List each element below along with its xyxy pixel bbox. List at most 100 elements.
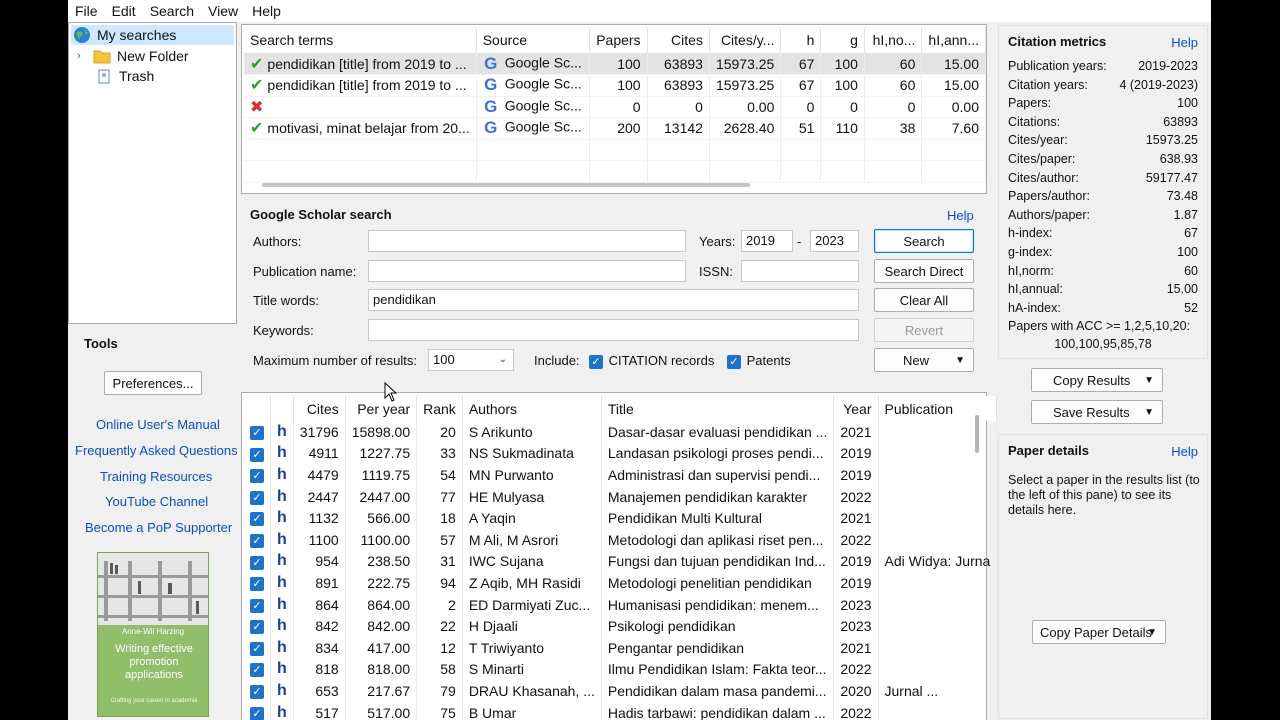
result-row[interactable]: ✓ h 1100 1100.00 57 M Ali, M Asrori Metodologi… bbox=[244, 528, 998, 551]
vertical-scrollbar[interactable] bbox=[975, 415, 979, 453]
copy-paper-details-button[interactable]: Copy Paper Details ▼ bbox=[1032, 620, 1166, 644]
result-row[interactable]: ✓ h 2447 2447.00 77 HE Mulyasa Manajemen pendi… bbox=[244, 485, 998, 508]
result-checkbox[interactable]: ✓ bbox=[244, 442, 271, 465]
menu-edit[interactable]: Edit bbox=[105, 0, 143, 22]
result-checkbox[interactable]: ✓ bbox=[244, 572, 271, 594]
source-cell: G Google Sc... bbox=[476, 53, 591, 75]
save-results-button[interactable]: Save Results ▼ bbox=[1031, 400, 1163, 424]
result-row[interactable]: ✓ h 653 217.67 79 DRAU Khasanah, ... Pendidika… bbox=[244, 680, 998, 702]
result-checkbox[interactable]: ✓ bbox=[244, 485, 271, 508]
link-pop-supporter[interactable]: Become a PoP Supporter bbox=[85, 520, 232, 535]
col-h-flag[interactable] bbox=[270, 396, 294, 421]
result-checkbox[interactable]: ✓ bbox=[244, 680, 271, 702]
google-icon: G bbox=[484, 53, 498, 73]
col-year[interactable]: Year bbox=[833, 396, 879, 421]
authors-input[interactable] bbox=[368, 230, 686, 252]
col-h[interactable]: h bbox=[780, 28, 822, 54]
col-publication[interactable]: Publication bbox=[878, 396, 998, 421]
title-cell: Psikologi pendidikan bbox=[601, 615, 835, 637]
gs-help-link[interactable]: Help bbox=[947, 208, 974, 223]
result-checkbox[interactable]: ✓ bbox=[244, 615, 271, 637]
result-row[interactable]: ✓ h 842 842.00 22 H Djaali Psikologi pendidika… bbox=[244, 615, 998, 637]
caret-down-icon: ▼ bbox=[1144, 406, 1154, 418]
result-checkbox[interactable]: ✓ bbox=[244, 421, 271, 443]
col-papers[interactable]: Papers bbox=[589, 28, 648, 54]
caret-down-icon: ▼ bbox=[955, 354, 965, 366]
revert-button[interactable]: Revert bbox=[874, 318, 974, 342]
title-cell: Metodologi dan aplikasi riset pen... bbox=[601, 528, 835, 551]
link-faq[interactable]: Frequently Asked Questions bbox=[75, 443, 238, 458]
search-button[interactable]: Search bbox=[874, 229, 974, 253]
result-checkbox[interactable]: ✓ bbox=[244, 507, 271, 529]
search-row[interactable]: ✔ pendidikan [title] from 2019 to ... G Goo… bbox=[244, 53, 986, 75]
result-checkbox[interactable]: ✓ bbox=[244, 593, 271, 616]
result-row[interactable]: ✓ h 1132 566.00 18 A Yaqin Pendidikan Multi Ku… bbox=[244, 507, 998, 529]
tree-item-new-folder[interactable]: › New Folder bbox=[77, 46, 189, 66]
menu-view[interactable]: View bbox=[201, 0, 245, 22]
preferences-button[interactable]: Preferences... bbox=[104, 371, 202, 395]
link-youtube-channel[interactable]: YouTube Channel bbox=[105, 494, 208, 509]
link-online-manual[interactable]: Online User's Manual bbox=[96, 417, 220, 432]
result-row[interactable]: ✓ h 891 222.75 94 Z Aqib, MH Rasidi Metodologi… bbox=[244, 572, 998, 594]
result-row[interactable]: ✓ h 864 864.00 2 ED Darmiyati Zuc... Humanisas… bbox=[244, 593, 998, 616]
year-cell: 2021 bbox=[833, 507, 879, 529]
col-per-year[interactable]: Per year bbox=[345, 396, 418, 421]
citation-records-checkbox[interactable]: ✓ CITATION records bbox=[589, 353, 714, 369]
col-search-terms[interactable]: Search terms bbox=[244, 28, 477, 54]
cites-cell: 31796 bbox=[293, 421, 346, 443]
search-row[interactable]: ✔ motivasi, minat belajar from 20... G Goog… bbox=[244, 117, 986, 140]
h-index-marker: h bbox=[270, 636, 294, 659]
result-row[interactable]: ✓ h 818 818.00 58 S Minarti Ilmu Pendidikan Is… bbox=[244, 658, 998, 681]
col-cites[interactable]: Cites bbox=[293, 396, 346, 421]
col-rank[interactable]: Rank bbox=[416, 396, 463, 421]
title-words-input[interactable]: pendidikan bbox=[368, 289, 859, 311]
metrics-help-link[interactable]: Help bbox=[1171, 35, 1198, 50]
tree-item-my-searches[interactable]: My searches bbox=[71, 25, 234, 45]
search-row[interactable]: ✔ pendidikan [title] from 2019 to ... G Goo… bbox=[244, 74, 986, 97]
result-row[interactable]: ✓ h 834 417.00 12 T Triwiyanto Pengantar pendi… bbox=[244, 636, 998, 659]
col-cites[interactable]: Cites bbox=[647, 28, 710, 54]
patents-checkbox[interactable]: ✓ Patents bbox=[727, 353, 791, 369]
col-authors[interactable]: Authors bbox=[462, 396, 602, 421]
clear-all-button[interactable]: Clear All bbox=[874, 288, 974, 312]
result-row[interactable]: ✓ h 954 238.50 31 IWC Sujana Fungsi dan tujuan… bbox=[244, 550, 998, 573]
result-row[interactable]: ✓ h 517 517.00 75 B Umar Hadis tarbawi: pendid… bbox=[244, 701, 998, 720]
max-results-select[interactable]: 100 ⌄ bbox=[428, 349, 514, 371]
result-checkbox[interactable]: ✓ bbox=[244, 658, 271, 681]
result-row[interactable]: ✓ h 4911 1227.75 33 NS Sukmadinata Landasan ps… bbox=[244, 442, 998, 465]
copy-results-button[interactable]: Copy Results ▼ bbox=[1031, 368, 1163, 392]
result-row[interactable]: ✓ h 4479 1119.75 54 MN Purwanto Administrasi d… bbox=[244, 464, 998, 486]
menu-file[interactable]: File bbox=[68, 0, 105, 22]
col-g[interactable]: g bbox=[820, 28, 865, 54]
year-to-input[interactable]: 2023 bbox=[810, 230, 859, 252]
col-cites-per-year[interactable]: Cites/y... bbox=[709, 28, 782, 54]
col-hi-annual[interactable]: hI,ann... bbox=[921, 28, 986, 54]
search-direct-button[interactable]: Search Direct bbox=[874, 259, 974, 283]
col-source[interactable]: Source bbox=[476, 28, 591, 54]
keywords-input[interactable] bbox=[368, 319, 859, 341]
search-terms-cell: ✖ bbox=[244, 96, 477, 118]
col-check[interactable] bbox=[244, 396, 271, 421]
details-help-link[interactable]: Help bbox=[1171, 444, 1198, 459]
year-from-input[interactable]: 2019 bbox=[741, 230, 793, 252]
year-cell: 2019 bbox=[833, 464, 879, 486]
result-checkbox[interactable]: ✓ bbox=[244, 464, 271, 486]
col-title[interactable]: Title bbox=[601, 396, 835, 421]
result-checkbox[interactable]: ✓ bbox=[244, 550, 271, 573]
result-checkbox[interactable]: ✓ bbox=[244, 528, 271, 551]
menu-search[interactable]: Search bbox=[143, 0, 201, 22]
search-row[interactable]: ✖ G Google Sc... 0 0 0.00 0 0 0 0.00 bbox=[244, 96, 986, 118]
tree-item-trash[interactable]: Trash bbox=[93, 66, 154, 86]
result-checkbox[interactable]: ✓ bbox=[244, 701, 271, 720]
new-button[interactable]: New ▼ bbox=[874, 348, 974, 372]
horizontal-scrollbar[interactable] bbox=[262, 183, 750, 187]
col-hi-norm[interactable]: hI,no... bbox=[864, 28, 923, 54]
publication-name-input[interactable] bbox=[368, 260, 686, 282]
issn-input[interactable] bbox=[741, 260, 859, 282]
chevron-right-icon[interactable]: › bbox=[77, 50, 89, 62]
link-training-resources[interactable]: Training Resources bbox=[100, 469, 212, 484]
result-checkbox[interactable]: ✓ bbox=[244, 636, 271, 659]
menu-help[interactable]: Help bbox=[245, 0, 288, 22]
book-cover-image[interactable]: Anne-Wil Harzing Writing effective promo… bbox=[97, 552, 209, 717]
result-row[interactable]: ✓ h 31796 15898.00 20 S Arikunto Dasar-dasar e… bbox=[244, 421, 998, 443]
